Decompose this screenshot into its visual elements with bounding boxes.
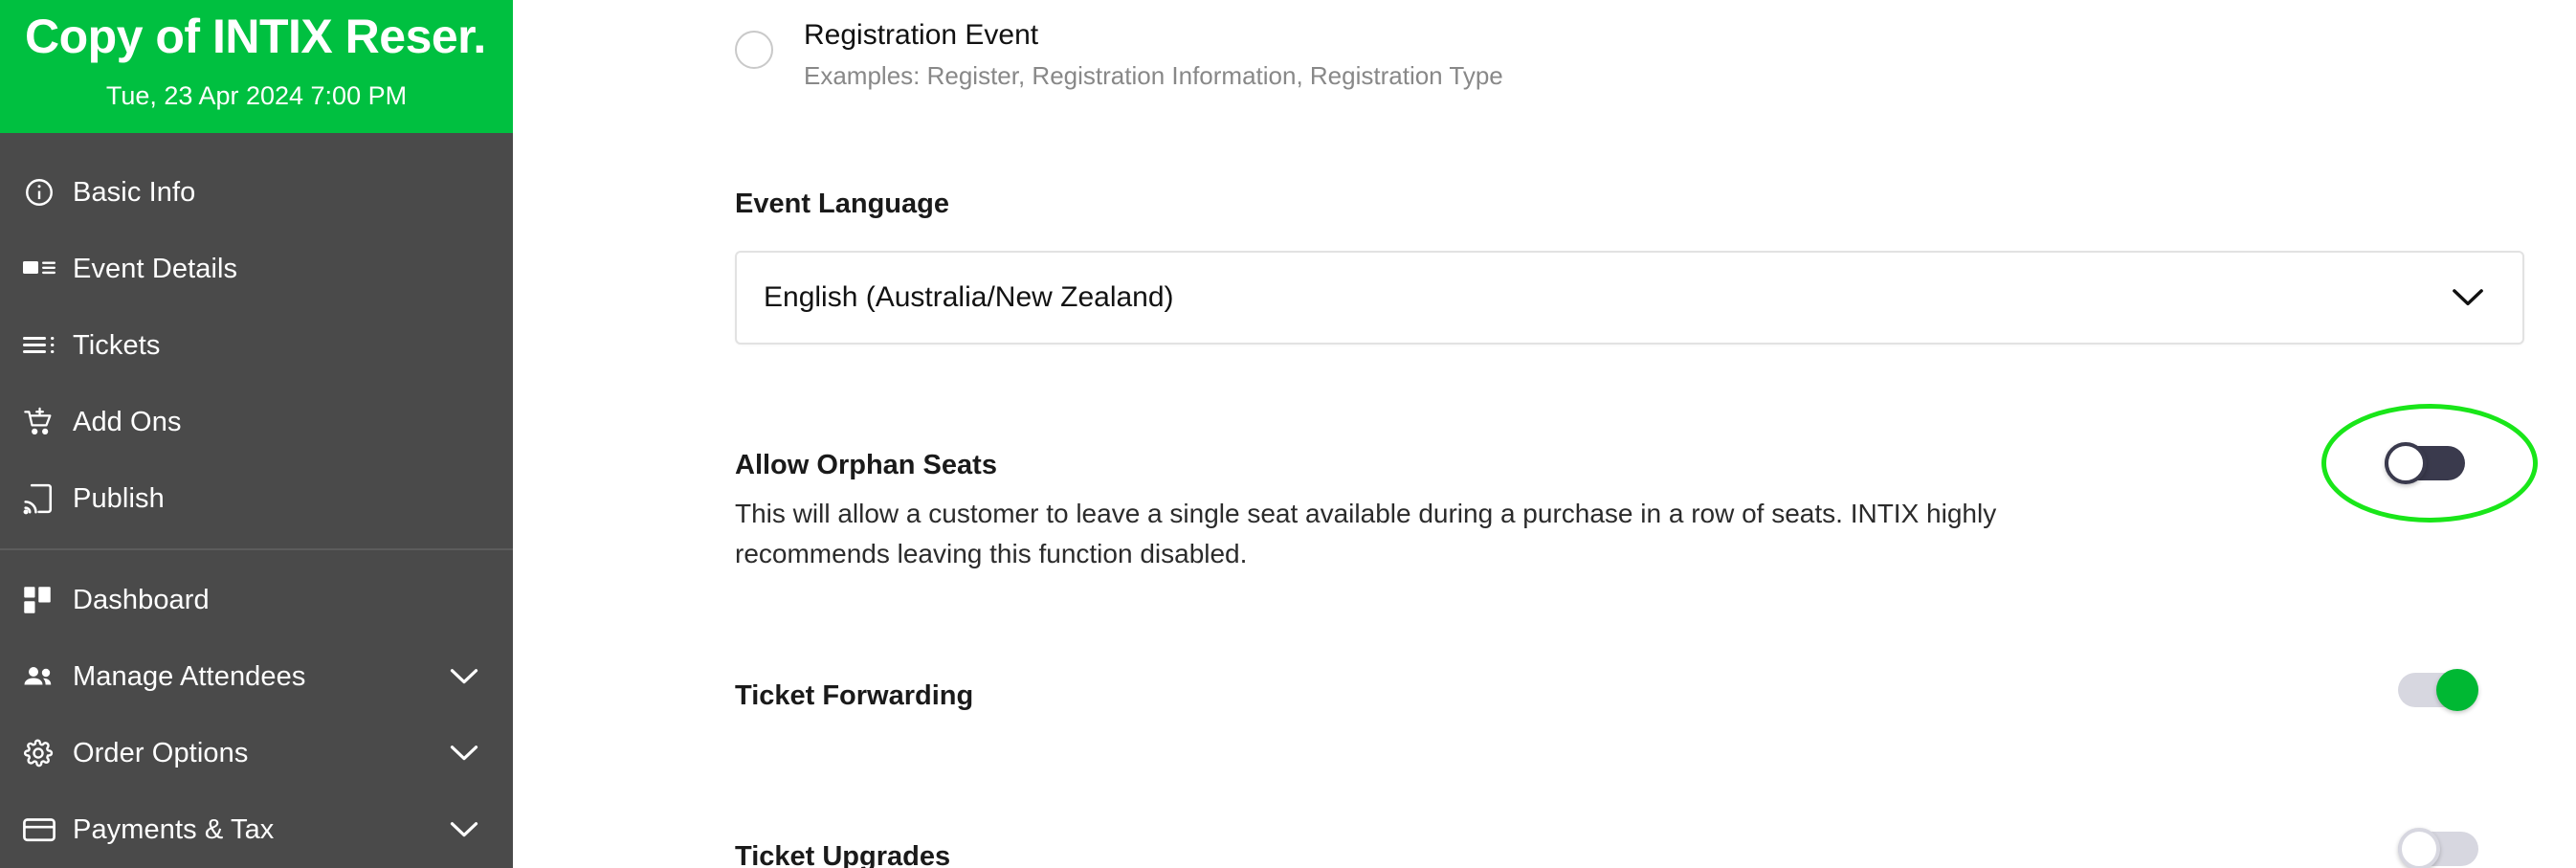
gear-icon bbox=[23, 738, 73, 768]
toggle-knob bbox=[2398, 827, 2440, 868]
setting-text: Ticket Upgrades bbox=[735, 839, 950, 868]
sidebar-item-manage-attendees[interactable]: Manage Attendees bbox=[0, 638, 513, 715]
toggle-allow-orphan-seats[interactable] bbox=[2385, 441, 2465, 484]
sidebar-item-label: Manage Attendees bbox=[73, 660, 306, 692]
setting-title: Ticket Upgrades bbox=[735, 840, 951, 868]
setting-allow-orphan-seats: Allow Orphan Seats This will allow a cus… bbox=[735, 403, 2538, 574]
event-date: Tue, 23 Apr 2024 7:00 PM bbox=[105, 81, 408, 110]
info-circle-icon bbox=[23, 176, 73, 209]
sidebar-item-label: Publish bbox=[73, 482, 165, 514]
setting-ticket-upgrades: Ticket Upgrades bbox=[735, 827, 2524, 868]
credit-card-icon bbox=[23, 817, 73, 842]
sidebar-item-label: Order Options bbox=[73, 737, 249, 768]
setting-text: Allow Orphan Seats This will allow a cus… bbox=[735, 448, 2094, 574]
chevron-down-icon[interactable] bbox=[450, 821, 478, 838]
sidebar-item-dashboard[interactable]: Dashboard bbox=[0, 562, 513, 638]
sidebar-item-add-ons[interactable]: Add Ons bbox=[0, 384, 513, 460]
sidebar: Copy of INTIX Reser... Tue, 23 Apr 2024 … bbox=[0, 0, 513, 868]
sidebar-item-order-options[interactable]: Order Options bbox=[0, 715, 513, 791]
settings-form: Registration Event Examples: Register, R… bbox=[513, 0, 2542, 868]
chevron-down-icon[interactable] bbox=[2452, 288, 2484, 307]
app-root: Copy of INTIX Reser... Tue, 23 Apr 2024 … bbox=[0, 0, 2576, 868]
image-list-icon bbox=[23, 257, 73, 280]
grid-icon bbox=[23, 586, 73, 614]
sidebar-item-publish[interactable]: Publish bbox=[0, 460, 513, 537]
toggle-knob bbox=[2385, 441, 2427, 484]
registration-event-description: Examples: Register, Registration Informa… bbox=[804, 60, 1503, 90]
list-icon bbox=[23, 335, 73, 356]
setting-text: Ticket Forwarding bbox=[735, 679, 973, 715]
registration-event-title: Registration Event bbox=[804, 19, 1039, 51]
event-title: Copy of INTIX Reser... bbox=[25, 10, 488, 63]
cart-plus-icon bbox=[23, 407, 73, 437]
sidebar-item-tickets[interactable]: Tickets bbox=[0, 307, 513, 384]
toggle-ticket-forwarding[interactable] bbox=[2398, 669, 2478, 712]
sidebar-divider bbox=[0, 548, 513, 550]
sidebar-item-basic-info[interactable]: Basic Info bbox=[0, 154, 513, 231]
event-language-label: Event Language bbox=[735, 188, 949, 219]
sidebar-item-label: Add Ons bbox=[73, 406, 182, 437]
event-language-select[interactable]: English (Australia/New Zealand) bbox=[735, 250, 2524, 345]
sidebar-item-label: Event Details bbox=[73, 253, 238, 284]
sidebar-item-label: Basic Info bbox=[73, 176, 196, 208]
radio-button-registration-event[interactable] bbox=[735, 31, 773, 69]
sidebar-item-payments-tax[interactable]: Payments & Tax bbox=[0, 791, 513, 868]
sidebar-item-event-details[interactable]: Event Details bbox=[0, 231, 513, 307]
event-language-value: English (Australia/New Zealand) bbox=[764, 280, 1174, 313]
people-icon bbox=[23, 664, 73, 689]
sidebar-item-label: Tickets bbox=[73, 329, 161, 361]
registration-event-text: Registration Event Examples: Register, R… bbox=[804, 17, 1503, 91]
toggle-knob bbox=[2436, 669, 2478, 712]
cast-icon bbox=[23, 482, 73, 515]
sidebar-nav: Basic Info Event Details Tickets Add Ons… bbox=[0, 133, 513, 868]
registration-event-option[interactable]: Registration Event Examples: Register, R… bbox=[513, 0, 2524, 91]
setting-description: This will allow a customer to leave a si… bbox=[735, 499, 1997, 568]
chevron-down-icon[interactable] bbox=[450, 668, 478, 685]
setting-title: Ticket Forwarding bbox=[735, 680, 974, 712]
sidebar-event-header: Copy of INTIX Reser... Tue, 23 Apr 2024 … bbox=[0, 0, 513, 133]
main-content: Registration Event Examples: Register, R… bbox=[513, 0, 2576, 868]
toggle-ticket-upgrades[interactable] bbox=[2398, 827, 2478, 868]
setting-ticket-forwarding: Ticket Forwarding bbox=[735, 669, 2524, 715]
chevron-down-icon[interactable] bbox=[450, 745, 478, 762]
setting-title: Allow Orphan Seats bbox=[735, 449, 997, 480]
sidebar-item-label: Dashboard bbox=[73, 584, 210, 615]
sidebar-item-label: Payments & Tax bbox=[73, 813, 275, 845]
